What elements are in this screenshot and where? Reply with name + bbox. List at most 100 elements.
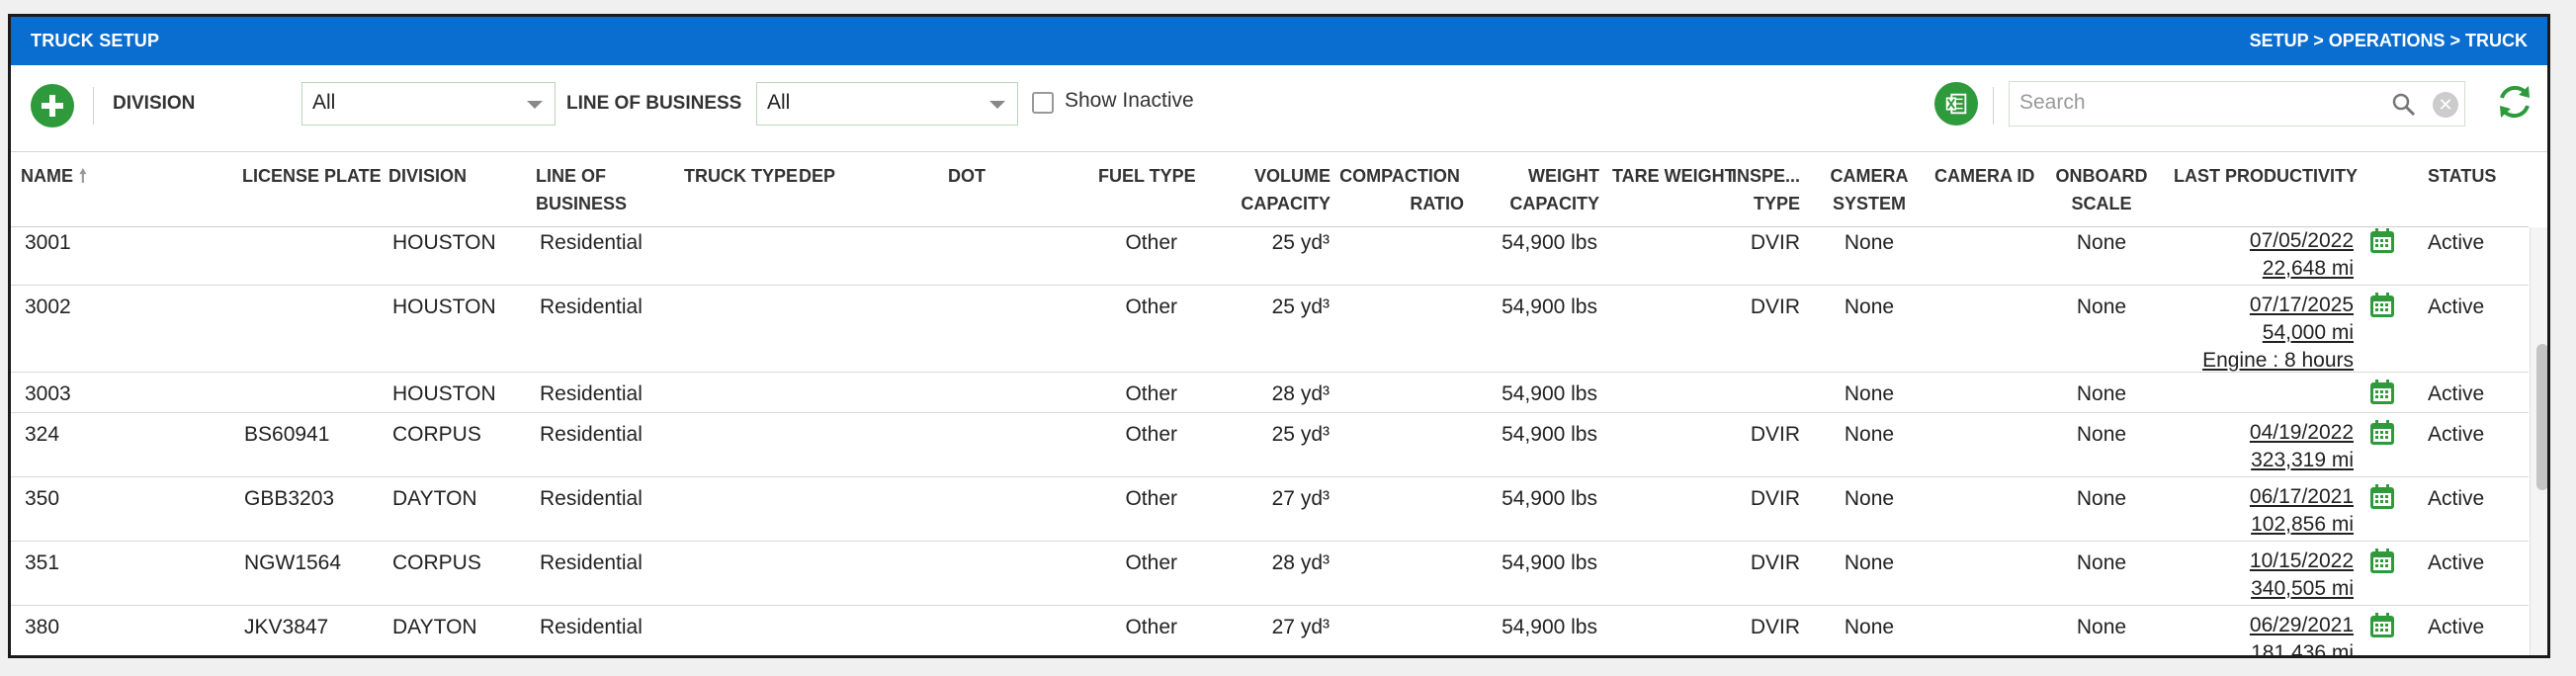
column-header-status[interactable]: STATUS bbox=[2428, 162, 2496, 190]
cell-volume-capacity: 25 yd³ bbox=[1271, 296, 1330, 318]
column-header-camera-system[interactable]: CAMERA SYSTEM bbox=[1820, 162, 1919, 217]
cell-last-productivity: 10/15/2022 340,505 mi bbox=[2166, 548, 2354, 603]
cell-weight-capacity: 54,900 lbs bbox=[1502, 551, 1597, 574]
cell-status: Active bbox=[2428, 382, 2485, 405]
productivity-date-link[interactable]: 06/17/2021 bbox=[2166, 483, 2354, 511]
column-header-last-productivity[interactable]: LAST PRODUCTIVITY bbox=[2174, 162, 2358, 190]
column-header-fuel-type[interactable]: FUEL TYPE bbox=[1098, 162, 1196, 190]
cell-status: Active bbox=[2428, 487, 2485, 510]
cell-line-of-business: Residential bbox=[540, 296, 643, 318]
table-row[interactable]: 324 BS60941 CORPUS Residential Other 25 yd³ 54… bbox=[11, 413, 2529, 477]
productivity-miles-link[interactable]: 102,856 mi bbox=[2166, 511, 2354, 539]
cell-onboard-scale: None bbox=[2076, 487, 2127, 510]
productivity-date-link[interactable]: 06/29/2021 bbox=[2166, 612, 2354, 639]
table-row[interactable]: 351 NGW1564 CORPUS Residential Other 28 yd³ 54… bbox=[11, 542, 2529, 606]
calendar-icon[interactable] bbox=[2368, 292, 2396, 319]
division-select[interactable]: All bbox=[301, 82, 556, 126]
cell-inspection-type: DVIR bbox=[1750, 616, 1800, 638]
cell-camera-system: None bbox=[1844, 551, 1895, 574]
search-input[interactable] bbox=[2010, 82, 2365, 124]
productivity-date-link[interactable]: 07/05/2022 bbox=[2166, 227, 2354, 255]
calendar-icon[interactable] bbox=[2368, 227, 2396, 255]
search-box: ✕ bbox=[2009, 81, 2465, 127]
productivity-date-link[interactable]: 04/19/2022 bbox=[2166, 419, 2354, 447]
cell-last-productivity: 06/17/2021 102,856 mi bbox=[2166, 483, 2354, 539]
calendar-icon[interactable] bbox=[2368, 548, 2396, 575]
column-header-line-of-business[interactable]: LINE OF BUSINESS bbox=[536, 162, 627, 217]
cell-license-plate: GBB3203 bbox=[244, 487, 335, 510]
show-inactive-checkbox[interactable] bbox=[1032, 92, 1054, 114]
column-header-name[interactable]: NAME 🠕 bbox=[21, 162, 87, 190]
clear-search-icon[interactable]: ✕ bbox=[2433, 92, 2458, 118]
productivity-miles-link[interactable]: 181,436 mi bbox=[2166, 639, 2354, 655]
column-header-inspection-type[interactable]: INSPE... TYPE bbox=[1726, 162, 1800, 217]
show-inactive-label[interactable]: Show Inactive bbox=[1065, 89, 1194, 113]
calendar-icon[interactable] bbox=[2368, 379, 2396, 406]
table-row[interactable]: 350 GBB3203 DAYTON Residential Other 27 yd³ 54… bbox=[11, 477, 2529, 542]
column-header-camera-id[interactable]: CAMERA ID bbox=[1934, 162, 2034, 190]
cell-volume-capacity: 27 yd³ bbox=[1271, 487, 1330, 510]
cell-status: Active bbox=[2428, 616, 2485, 638]
grid-body: 3001 HOUSTON Residential Other 25 yd³ 54,900 … bbox=[11, 227, 2529, 655]
cell-camera-system: None bbox=[1844, 296, 1895, 318]
calendar-icon[interactable] bbox=[2368, 419, 2396, 447]
table-row[interactable]: 3003 HOUSTON Residential Other 28 yd³ 54,900 … bbox=[11, 373, 2529, 413]
cell-weight-capacity: 54,900 lbs bbox=[1502, 231, 1597, 254]
column-header-truck-type[interactable]: TRUCK TYPE bbox=[684, 162, 798, 190]
productivity-miles-link[interactable]: 22,648 mi bbox=[2166, 255, 2354, 283]
sort-ascending-icon[interactable]: 🠕 bbox=[79, 162, 87, 190]
column-header-division[interactable]: DIVISION bbox=[388, 162, 467, 190]
column-header-volume-capacity[interactable]: VOLUME CAPACITY bbox=[1232, 162, 1331, 217]
cell-volume-capacity: 27 yd³ bbox=[1271, 616, 1330, 638]
line-of-business-select[interactable]: All bbox=[756, 82, 1018, 126]
column-header-weight-capacity[interactable]: WEIGHT CAPACITY bbox=[1489, 162, 1599, 217]
cell-weight-capacity: 54,900 lbs bbox=[1502, 382, 1597, 405]
page-title: TRUCK SETUP bbox=[31, 31, 160, 50]
column-header-dep[interactable]: DEP bbox=[799, 162, 835, 190]
cell-last-productivity: 06/29/2021 181,436 mi bbox=[2166, 612, 2354, 655]
division-label: DIVISION bbox=[113, 93, 196, 114]
column-header-license-plate[interactable]: LICENSE PLATE bbox=[242, 162, 382, 190]
column-header-compaction-ratio[interactable]: COMPACTION RATIO bbox=[1335, 162, 1464, 217]
productivity-miles-link[interactable]: 54,000 mi bbox=[2166, 319, 2354, 347]
plus-circle-icon bbox=[42, 95, 63, 117]
table-row[interactable]: 3001 HOUSTON Residential Other 25 yd³ 54,900 … bbox=[11, 227, 2529, 286]
export-excel-button[interactable] bbox=[1934, 82, 1978, 126]
productivity-engine-link[interactable]: Engine : 8 hours bbox=[2166, 347, 2354, 375]
productivity-date-link[interactable]: 07/17/2025 bbox=[2166, 292, 2354, 319]
table-row[interactable]: 3002 HOUSTON Residential Other 25 yd³ 54,900 … bbox=[11, 286, 2529, 373]
search-icon[interactable] bbox=[2391, 92, 2417, 118]
column-header-dot[interactable]: DOT bbox=[948, 162, 986, 190]
cell-name: 380 bbox=[25, 616, 60, 638]
cell-fuel-type: Other bbox=[1125, 616, 1177, 638]
cell-onboard-scale: None bbox=[2076, 382, 2127, 405]
productivity-miles-link[interactable]: 323,319 mi bbox=[2166, 447, 2354, 474]
column-header-onboard-scale[interactable]: ONBOARD SCALE bbox=[2047, 162, 2156, 217]
cell-name: 3001 bbox=[25, 231, 71, 254]
cell-name: 350 bbox=[25, 487, 60, 510]
calendar-icon[interactable] bbox=[2368, 483, 2396, 511]
title-bar: TRUCK SETUP SETUP > OPERATIONS > TRUCK bbox=[11, 17, 2547, 65]
chevron-down-icon bbox=[527, 101, 543, 109]
cell-camera-system: None bbox=[1844, 487, 1895, 510]
cell-last-productivity: 04/19/2022 323,319 mi bbox=[2166, 419, 2354, 474]
toolbar-divider bbox=[1993, 87, 1994, 125]
cell-onboard-scale: None bbox=[2076, 423, 2127, 446]
cell-onboard-scale: None bbox=[2076, 231, 2127, 254]
cell-inspection-type: DVIR bbox=[1750, 296, 1800, 318]
refresh-icon[interactable] bbox=[2493, 80, 2536, 124]
productivity-miles-link[interactable]: 340,505 mi bbox=[2166, 575, 2354, 603]
scrollbar-thumb[interactable] bbox=[2536, 344, 2547, 490]
calendar-icon[interactable] bbox=[2368, 612, 2396, 639]
line-of-business-select-value: All bbox=[767, 91, 791, 114]
cell-license-plate: NGW1564 bbox=[244, 551, 342, 574]
table-row[interactable]: 380 JKV3847 DAYTON Residential Other 27 yd³ 54… bbox=[11, 606, 2529, 655]
breadcrumb[interactable]: SETUP > OPERATIONS > TRUCK bbox=[2250, 31, 2528, 51]
vertical-scrollbar[interactable] bbox=[2530, 227, 2547, 655]
toolbar-divider bbox=[93, 87, 94, 125]
productivity-date-link[interactable]: 10/15/2022 bbox=[2166, 548, 2354, 575]
line-of-business-label: LINE OF BUSINESS bbox=[566, 93, 742, 114]
add-truck-button[interactable] bbox=[31, 84, 74, 127]
column-header-tare-weight[interactable]: TARE WEIGHT bbox=[1612, 162, 1736, 190]
cell-weight-capacity: 54,900 lbs bbox=[1502, 487, 1597, 510]
